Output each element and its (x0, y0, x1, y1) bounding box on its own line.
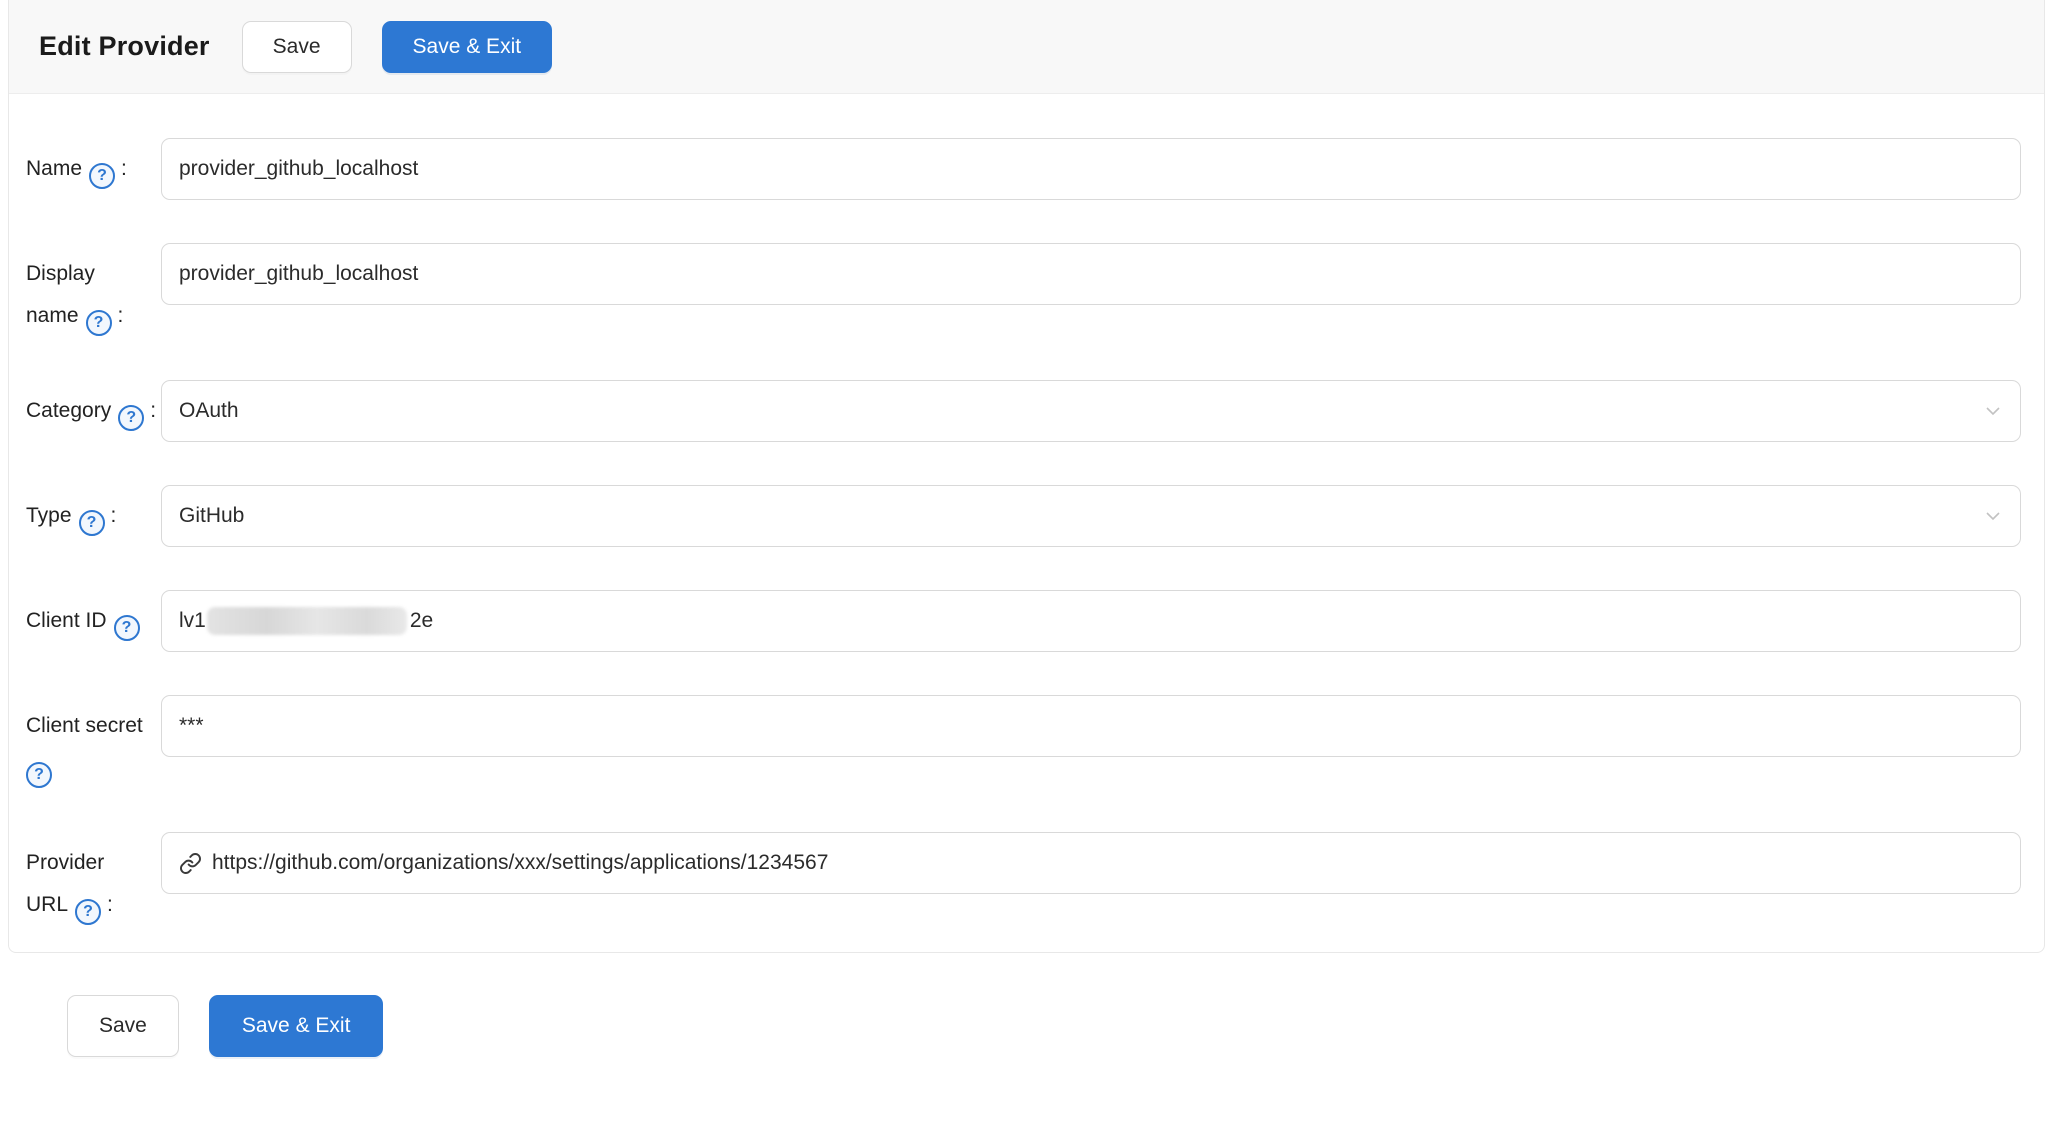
form-row-display-name: Display name?: (26, 243, 2021, 337)
category-label: Category?: (26, 380, 161, 432)
form-footer: Save Save & Exit (0, 995, 383, 1057)
save-button-bottom[interactable]: Save (67, 995, 179, 1057)
category-select-value: OAuth (179, 399, 239, 423)
client-secret-label: Client secret? (26, 695, 161, 789)
label-colon: : (121, 157, 127, 180)
type-label-text: Type (26, 504, 72, 527)
display-name-label-line2: name (26, 304, 79, 327)
category-label-text: Category (26, 399, 111, 422)
client-id-suffix: 2e (410, 609, 433, 633)
help-icon[interactable]: ? (118, 405, 144, 431)
provider-url-value: https://github.com/organizations/xxx/set… (212, 851, 828, 875)
name-label-text: Name (26, 157, 82, 180)
help-icon[interactable]: ? (86, 310, 112, 336)
name-input[interactable] (161, 138, 2021, 200)
display-name-label-line1: Display (26, 253, 161, 295)
chevron-down-icon (1984, 507, 2002, 525)
redacted-block (207, 607, 407, 635)
provider-url-label-line1: Provider (26, 842, 161, 884)
help-icon[interactable]: ? (114, 615, 140, 641)
client-id-prefix: lv1 (179, 609, 206, 633)
client-id-label-text: Client ID (26, 609, 107, 632)
type-label: Type?: (26, 485, 161, 537)
form-row-provider-url: Provider URL?: https://github.com/organiz… (26, 832, 2021, 926)
card-header: Edit Provider Save Save & Exit (9, 0, 2044, 94)
chevron-down-icon (1984, 402, 2002, 420)
label-colon: : (118, 304, 124, 327)
form-row-client-secret: Client secret? (26, 695, 2021, 789)
provider-url-input[interactable]: https://github.com/organizations/xxx/set… (161, 832, 2021, 894)
label-colon: : (107, 893, 113, 916)
provider-url-label: Provider URL?: (26, 832, 161, 926)
type-select-value: GitHub (179, 504, 244, 528)
help-icon[interactable]: ? (89, 163, 115, 189)
save-button-top[interactable]: Save (242, 21, 352, 73)
display-name-label: Display name?: (26, 243, 161, 337)
name-label: Name?: (26, 138, 161, 190)
client-id-label: Client ID? (26, 590, 161, 642)
form-row-name: Name?: (26, 138, 2021, 200)
save-exit-button-bottom[interactable]: Save & Exit (209, 995, 384, 1057)
label-colon: : (150, 399, 156, 422)
form-row-category: Category?: OAuth (26, 380, 2021, 442)
provider-url-label-line2: URL (26, 893, 68, 916)
client-secret-input[interactable] (161, 695, 2021, 757)
display-name-input[interactable] (161, 243, 2021, 305)
client-id-input[interactable]: lv1 2e (161, 590, 2021, 652)
help-icon[interactable]: ? (26, 762, 52, 788)
client-secret-label-text: Client secret (26, 705, 161, 747)
link-icon (179, 852, 202, 875)
form-row-type: Type?: GitHub (26, 485, 2021, 547)
help-icon[interactable]: ? (79, 510, 105, 536)
page-title: Edit Provider (39, 31, 210, 62)
category-select[interactable]: OAuth (161, 380, 2021, 442)
label-colon: : (111, 504, 117, 527)
form-row-client-id: Client ID? lv1 2e (26, 590, 2021, 652)
provider-form: Name?: Display name?: Category?: OAuth (9, 94, 2044, 952)
type-select[interactable]: GitHub (161, 485, 2021, 547)
save-exit-button-top[interactable]: Save & Exit (382, 21, 553, 73)
help-icon[interactable]: ? (75, 899, 101, 925)
edit-provider-card: Edit Provider Save Save & Exit Name?: Di… (8, 0, 2045, 953)
